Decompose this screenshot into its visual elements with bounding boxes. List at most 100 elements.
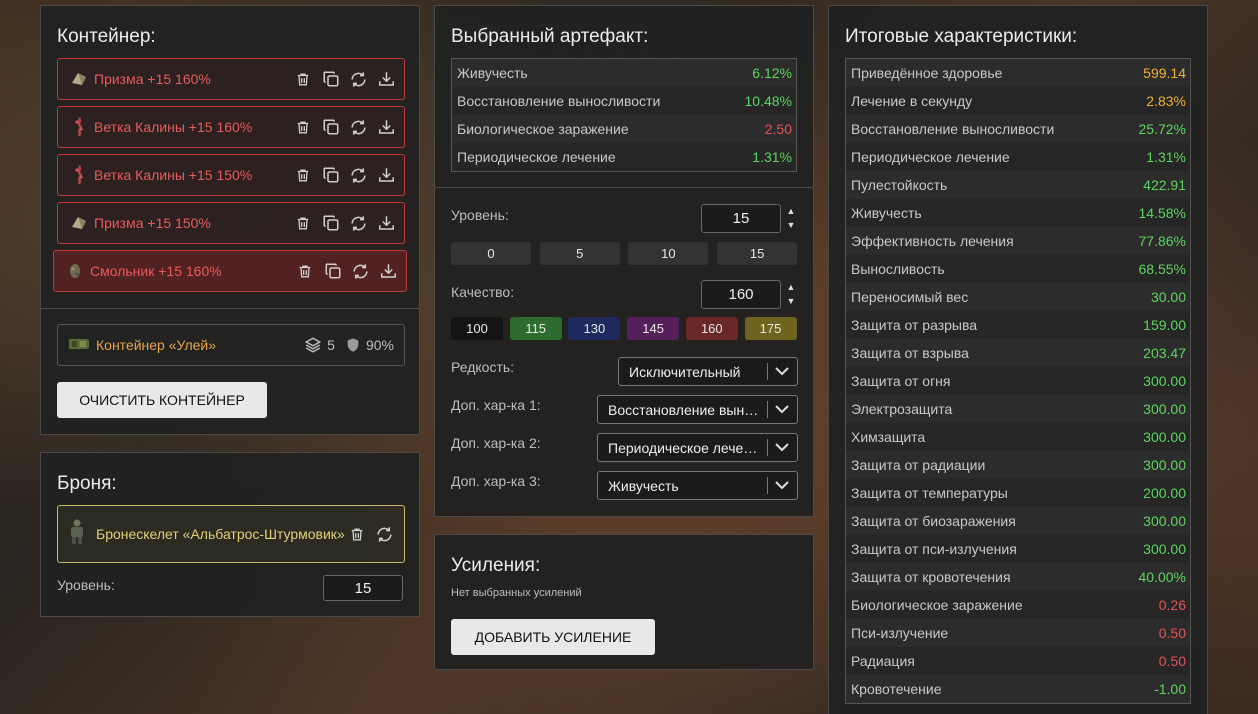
stat-row: Защита от взрыва 203.47 [846,339,1190,367]
replace-icon[interactable] [349,70,368,89]
level-preset-chip[interactable]: 15 [717,242,798,265]
quality-label: Качество: [451,284,515,300]
stat-name: Электрозащита [851,401,953,417]
stat-name: Приведённое здоровье [851,65,1003,81]
artifact-row[interactable]: Ветка Калины +15 160% [57,106,405,148]
extra2-label: Доп. хар-ка 2: [451,435,541,451]
container-item[interactable]: Контейнер «Улей» 5 90% [57,324,405,366]
trash-icon[interactable] [293,70,312,89]
shield-icon [347,338,359,352]
extra2-value: Периодическое лечение [608,439,760,456]
artifact-icon [66,262,84,280]
replace-icon[interactable] [349,166,368,185]
stat-value: 422.91 [1143,177,1186,193]
artifact-row[interactable]: Ветка Калины +15 150% [57,154,405,196]
artifact-name: Ветка Калины +15 150% [94,167,253,183]
replace-icon[interactable] [375,525,394,544]
stat-row: Защита от радиации 300.00 [846,451,1190,479]
stat-value: 6.12% [752,65,792,81]
boosts-panel: Усиления: Нет выбранных усилений ДОБАВИТ… [434,534,814,670]
armor-item[interactable]: Бронескелет «Альбатрос-Штурмовик» [57,505,405,563]
stat-value: 14.58% [1138,205,1186,221]
level-input[interactable]: 15 [701,204,781,233]
divider [435,187,813,188]
stat-name: Переносимый вес [851,289,969,305]
add-boost-button[interactable]: ДОБАВИТЬ УСИЛЕНИЕ [451,619,655,655]
stat-value: 0.50 [1158,653,1186,669]
extra1-label: Доп. хар-ка 1: [451,397,541,413]
quality-decrement-icon[interactable]: ▼ [785,295,797,307]
stat-name: Пулестойкость [851,177,948,193]
replace-icon[interactable] [351,262,370,281]
artifact-row[interactable]: Смольник +15 160% [53,250,407,292]
stat-value: 2.83% [1146,93,1186,109]
download-icon[interactable] [377,70,396,89]
quality-preset-chip[interactable]: 160 [685,317,738,340]
level-increment-icon[interactable]: ▲ [785,205,797,217]
chevron-down-icon [775,443,791,452]
download-icon[interactable] [377,214,396,233]
quality-increment-icon[interactable]: ▲ [785,281,797,293]
copy-icon[interactable] [321,118,340,137]
stat-value: 10.48% [744,93,792,109]
trash-icon[interactable] [295,262,314,281]
stat-row: Восстановление выносливости 10.48% [452,87,796,115]
stat-value: 300.00 [1143,429,1186,445]
replace-icon[interactable] [349,118,368,137]
container-protection-value: 90% [365,337,394,353]
rarity-select[interactable]: Исключительный [618,357,798,386]
level-preset-chip[interactable]: 10 [628,242,709,265]
download-icon[interactable] [377,118,396,137]
artifact-row[interactable]: Призма +15 160% [57,58,405,100]
stat-value: 300.00 [1143,401,1186,417]
download-icon[interactable] [377,166,396,185]
container-panel: Контейнер: Призма +15 160% Ветка Калины +… [40,5,420,435]
extra3-select[interactable]: Живучесть [597,471,798,500]
armor-level-input[interactable]: 15 [323,575,403,601]
stat-row: Электрозащита 300.00 [846,395,1190,423]
artifact-row[interactable]: Призма +15 150% [57,202,405,244]
rarity-value: Исключительный [629,363,741,380]
level-preset-chip[interactable]: 5 [539,242,620,265]
container-slots: 5 [304,336,335,354]
stat-row: Живучесть 14.58% [846,199,1190,227]
trash-icon[interactable] [293,166,312,185]
level-preset-chip[interactable]: 0 [451,242,531,265]
quality-preset-chip[interactable]: 115 [509,317,562,340]
stat-value: 30.00 [1150,289,1186,305]
chevron-down-icon [775,481,791,490]
quality-preset-chip[interactable]: 175 [744,317,797,340]
container-slots-value: 5 [327,337,335,353]
stat-name: Живучесть [457,65,528,81]
quality-preset-chip[interactable]: 130 [568,317,621,340]
download-icon[interactable] [379,262,398,281]
copy-icon[interactable] [321,70,340,89]
trash-icon[interactable] [293,118,312,137]
stat-name: Выносливость [851,261,945,277]
quality-preset-chip[interactable]: 100 [451,317,503,340]
level-decrement-icon[interactable]: ▼ [785,219,797,231]
artifact-list: Призма +15 160% Ветка Калины +15 160% Ветк… [53,58,407,298]
quality-preset-chip[interactable]: 145 [627,317,680,340]
boosts-empty-text: Нет выбранных усилений [451,587,582,599]
extra3-value: Живучесть [608,477,679,494]
extra2-select[interactable]: Периодическое лечение [597,433,798,462]
artifact-icon [70,214,88,232]
quality-input[interactable]: 160 [701,280,781,309]
artifact-name: Призма +15 150% [94,215,211,231]
stat-row: Восстановление выносливости 25.72% [846,115,1190,143]
replace-icon[interactable] [349,214,368,233]
artifact-icon [70,165,88,185]
stat-name: Живучесть [851,205,922,221]
stat-value: 25.72% [1138,121,1186,137]
stat-name: Защита от огня [851,373,951,389]
copy-icon[interactable] [321,166,340,185]
copy-icon[interactable] [323,262,342,281]
copy-icon[interactable] [321,214,340,233]
clear-container-button[interactable]: ОЧИСТИТЬ КОНТЕЙНЕР [57,382,267,418]
stat-value: 300.00 [1143,541,1186,557]
extra1-select[interactable]: Восстановление выносливости [597,395,798,424]
trash-icon[interactable] [293,214,312,233]
armor-title: Броня: [57,473,117,494]
trash-icon[interactable] [347,525,366,544]
